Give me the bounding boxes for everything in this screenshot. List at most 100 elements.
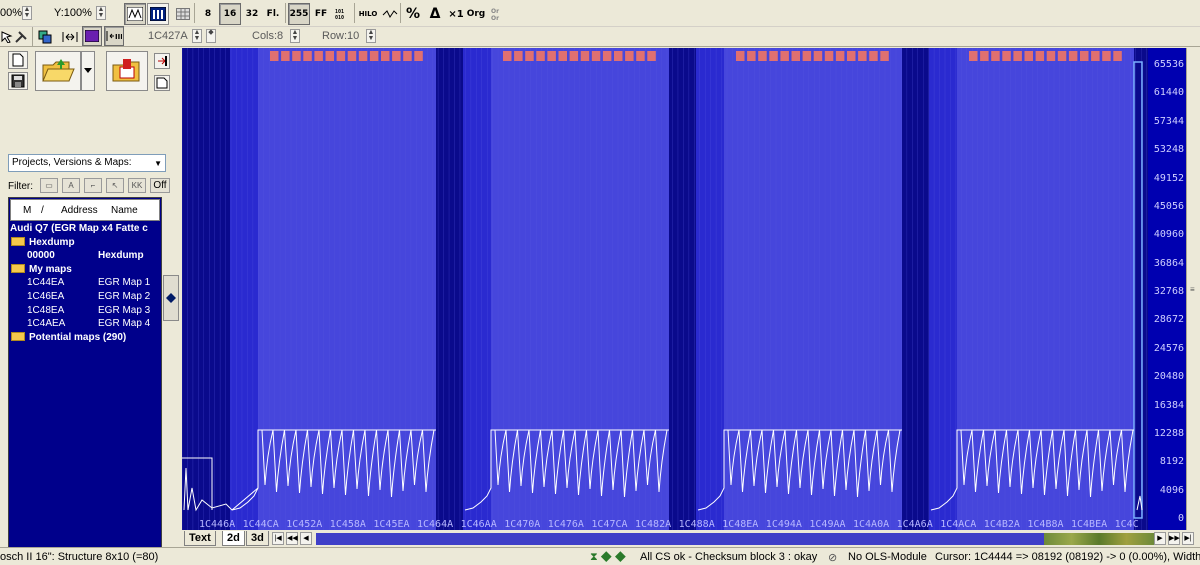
zoom-y-spinner[interactable]: ▲ ▼ <box>96 6 106 20</box>
open-project-button[interactable] <box>35 51 81 91</box>
tab-text[interactable]: Text <box>184 531 216 546</box>
tree-item[interactable]: 1C46EA EGR Map 2 <box>9 290 161 304</box>
8bit-button[interactable]: 8 <box>197 3 219 25</box>
open-dropdown-button[interactable] <box>81 51 95 91</box>
color-view-button[interactable] <box>82 26 102 46</box>
folder-icon <box>11 236 25 246</box>
tree-item[interactable]: 1C4AEA EGR Map 4 <box>9 317 161 331</box>
y-tick-label: 16384 <box>1153 399 1184 411</box>
decimal-255-button[interactable]: 255 <box>288 3 310 25</box>
delta-button[interactable]: Δ <box>424 3 446 25</box>
prev-button[interactable]: ◀ <box>300 532 312 545</box>
filter-axis-button[interactable]: A <box>62 178 80 193</box>
binary-button[interactable]: 101 010 <box>331 3 353 25</box>
width-fit-button[interactable]: III <box>104 26 124 46</box>
column-adjust-button[interactable] <box>60 26 80 48</box>
address-spinner-up[interactable]: ▲ ▼ <box>192 29 202 43</box>
view-bars-button[interactable] <box>147 3 169 25</box>
cols-spinner[interactable]: ▲ ▼ <box>290 29 300 43</box>
hex-ff-button[interactable]: FF <box>310 3 332 25</box>
row-spinner[interactable]: ▲ ▼ <box>366 29 376 43</box>
compare-icon: OrOr <box>491 8 499 21</box>
column-marker <box>281 51 290 61</box>
save-button[interactable] <box>8 72 28 90</box>
tools-button[interactable] <box>12 26 30 48</box>
last-button[interactable]: ▶| <box>1182 532 1194 545</box>
tree-items: Hexdump 00000 Hexdump My maps 1C44EA EGR Map … <box>9 236 161 345</box>
tree-folder[interactable]: Potential maps (290) <box>9 331 161 345</box>
data-gap-shade <box>696 48 724 530</box>
column-marker <box>813 51 823 61</box>
percent-button[interactable]: % <box>402 3 424 25</box>
new-file-button[interactable] <box>8 51 28 69</box>
next-button[interactable]: ▶ <box>1154 532 1166 545</box>
tree-item[interactable]: 1C44EA EGR Map 1 <box>9 276 161 290</box>
column-marker <box>602 51 612 61</box>
project-title[interactable]: Audi Q7 (EGR Map x4 Fatte c <box>9 222 161 236</box>
zoom-x-spinner[interactable]: ▲ ▼ <box>22 6 32 20</box>
filter-off-button[interactable]: Off <box>150 178 170 193</box>
kk-icon: KK <box>131 181 143 190</box>
tab-2d[interactable]: 2d <box>222 531 245 546</box>
address-column-header[interactable]: Address <box>61 205 98 216</box>
map-block <box>957 48 1134 530</box>
zoom-y-value: Y:100% <box>54 7 92 19</box>
status-checksum: All CS ok - Checksum block 3 : okay <box>640 551 818 563</box>
column-marker <box>636 51 645 61</box>
prev-page-button[interactable]: ◀◀ <box>286 532 298 545</box>
filter-pointer-button[interactable]: ↖ <box>106 178 124 193</box>
import-button[interactable] <box>106 51 148 91</box>
address-spinner-down[interactable]: ◆ <box>206 29 216 43</box>
horizontal-scrollbar[interactable] <box>316 533 1146 545</box>
next-page-button[interactable]: ▶▶ <box>1168 532 1180 545</box>
y-tick-label: 49152 <box>1153 172 1184 184</box>
x-tick-label: 1C44CA <box>242 519 279 530</box>
tree-item[interactable]: 00000 Hexdump <box>9 249 161 263</box>
column-marker <box>780 51 789 61</box>
signed-button[interactable] <box>379 3 401 25</box>
column-marker <box>403 51 412 61</box>
map-2d-view[interactable] <box>182 48 1148 530</box>
status-structure: osch II 16": Structure 8x10 (=80) <box>0 551 159 563</box>
projects-select[interactable]: Projects, Versions & Maps: ▼ <box>8 154 166 172</box>
add-version-button[interactable] <box>154 53 170 69</box>
map-properties-button[interactable] <box>36 26 54 48</box>
row-field[interactable]: Row:10 <box>322 30 359 42</box>
svg-text:010: 010 <box>335 15 344 20</box>
column-marker <box>514 51 523 61</box>
column-marker <box>569 51 579 61</box>
name-column-header[interactable]: Name <box>111 205 138 216</box>
column-marker <box>1013 51 1022 61</box>
tree-folder[interactable]: Hexdump <box>9 236 161 250</box>
float-button[interactable]: Fl. <box>262 3 284 25</box>
grid-view-button[interactable] <box>172 3 194 25</box>
cols-field[interactable]: Cols:8 <box>252 30 283 42</box>
export-button[interactable] <box>154 75 170 91</box>
filter-keyboard-button[interactable]: ▭ <box>40 178 58 193</box>
vertical-scrollbar[interactable]: ≡ <box>1186 48 1200 530</box>
tree-item[interactable]: 1C48EA EGR Map 3 <box>9 304 161 318</box>
chevron-down-icon <box>84 68 92 73</box>
original-button[interactable]: Org <box>465 3 487 25</box>
tools-icon <box>15 31 27 43</box>
horizontal-scroll-thumb[interactable] <box>1044 533 1154 545</box>
32bit-button[interactable]: 32 <box>241 3 263 25</box>
tree-folder[interactable]: My maps <box>9 263 161 277</box>
16bit-button[interactable]: 16 <box>219 3 241 25</box>
view-lines-button[interactable] <box>124 3 146 25</box>
panel-splitter[interactable] <box>163 275 179 321</box>
column-marker <box>969 51 978 61</box>
address-field[interactable]: 1C427A <box>148 30 188 42</box>
column-marker <box>858 51 867 61</box>
y-tick-label: 57344 <box>1153 115 1184 127</box>
factor-button[interactable]: ×1 <box>445 3 467 25</box>
project-tree[interactable]: M / Address Name Audi Q7 (EGR Map x4 Fat… <box>8 197 162 565</box>
first-tab-button[interactable]: |◀ <box>272 532 284 545</box>
tab-3d[interactable]: 3d <box>246 531 269 546</box>
filter-kk-button[interactable]: KK <box>128 178 146 193</box>
filter-type-button[interactable]: ⌐ <box>84 178 102 193</box>
compare-button[interactable]: Or Or <box>487 3 509 25</box>
filter-label: Filter: <box>8 181 33 192</box>
hilo-button[interactable]: HILO <box>357 3 379 25</box>
column-marker <box>1091 51 1100 61</box>
